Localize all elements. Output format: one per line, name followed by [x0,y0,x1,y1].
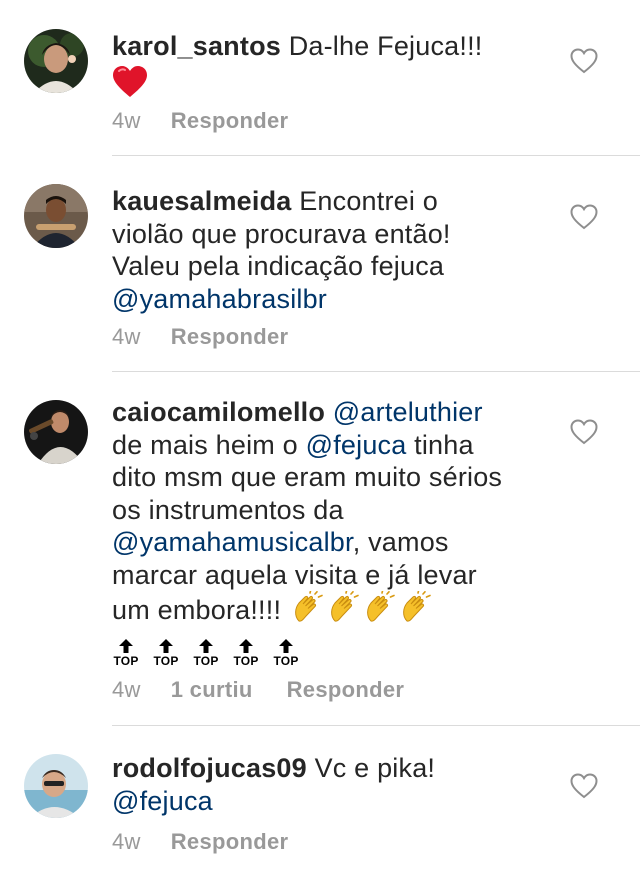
avatar[interactable] [24,184,88,248]
comment-meta: 4w Responder [112,108,288,134]
comment-username[interactable]: kauesalmeida [112,186,292,216]
like-heart-icon[interactable] [570,204,602,232]
comment-body: rodolfojucas09 Vc e pika! @fejuca [112,752,552,817]
comment-meta: 4w Responder [112,829,288,855]
reply-button[interactable]: Responder [287,677,405,702]
avatar[interactable] [24,400,88,464]
like-heart-icon[interactable] [570,773,602,801]
avatar[interactable] [24,754,88,818]
comment-time: 4w [112,324,141,349]
comment-text: Da-lhe Fejuca!!! [288,31,483,61]
clapping-hands-icon [399,590,433,633]
top-arrow-icon: TOP [272,638,300,667]
mention-link[interactable]: @fejuca [306,430,407,460]
like-heart-icon[interactable] [570,419,602,447]
comment-text-line: Encontrei o [299,186,439,216]
clapping-hands-icon [291,590,325,633]
reply-button[interactable]: Responder [171,829,289,854]
reply-button[interactable]: Responder [171,324,289,349]
comment-username[interactable]: karol_santos [112,31,281,61]
top-arrow-icon: TOP [192,638,220,667]
comment-text: Vc e pika! [314,753,436,783]
reply-button[interactable]: Responder [171,108,289,133]
comment-text-line: tinha [414,429,474,460]
heart-emoji-icon [112,65,148,105]
mention-link[interactable]: @yamahabrasilbr [112,284,327,314]
like-heart-icon[interactable] [570,48,602,76]
top-arrow-icon: TOP [232,638,260,667]
divider [112,371,640,372]
likes-count-button[interactable]: 1 curtiu [171,677,253,702]
top-arrow-icon: TOP [112,638,140,667]
mention-link[interactable]: @arteluthier [333,397,483,427]
comment-meta: 4w Responder [112,324,288,350]
comment-username[interactable]: rodolfojucas09 [112,753,307,783]
comment-text-line: de mais heim o [112,429,298,460]
clapping-hands-icon [327,590,361,633]
avatar[interactable] [24,29,88,93]
comment-time: 4w [112,677,141,702]
top-emoji-row: TOP TOP TOP TOP TOP [112,638,552,667]
comment-text-line: , vamos [352,527,449,557]
clapping-hands-icon [363,590,397,633]
comment-body: caiocamilomello @arteluthier de mais hei… [112,396,552,667]
comment-text-line: marcar aquela visita e já levar [112,559,477,590]
comment-text-line: um embora!!!! [112,595,282,625]
comment-username[interactable]: caiocamilomello [112,397,325,427]
comment-meta: 4w 1 curtiu Responder [112,677,404,703]
comment-text-line: os instrumentos da [112,494,344,525]
comment-time: 4w [112,829,141,854]
comment-text-line: dito msm que eram muito sérios [112,462,503,492]
comment-text-line: violão que procurava então! [112,218,451,249]
comment-body: karol_santos Da-lhe Fejuca!!! [112,30,552,106]
comment-time: 4w [112,108,141,133]
mention-link[interactable]: @yamahamusicalbr [112,527,353,557]
divider [112,725,640,726]
divider [112,155,640,156]
comment-body: kauesalmeida Encontrei o violão que proc… [112,185,552,315]
mention-link[interactable]: @fejuca [112,786,213,816]
comment-text-line: Valeu pela indicação fejuca [112,251,445,281]
top-arrow-icon: TOP [152,638,180,667]
